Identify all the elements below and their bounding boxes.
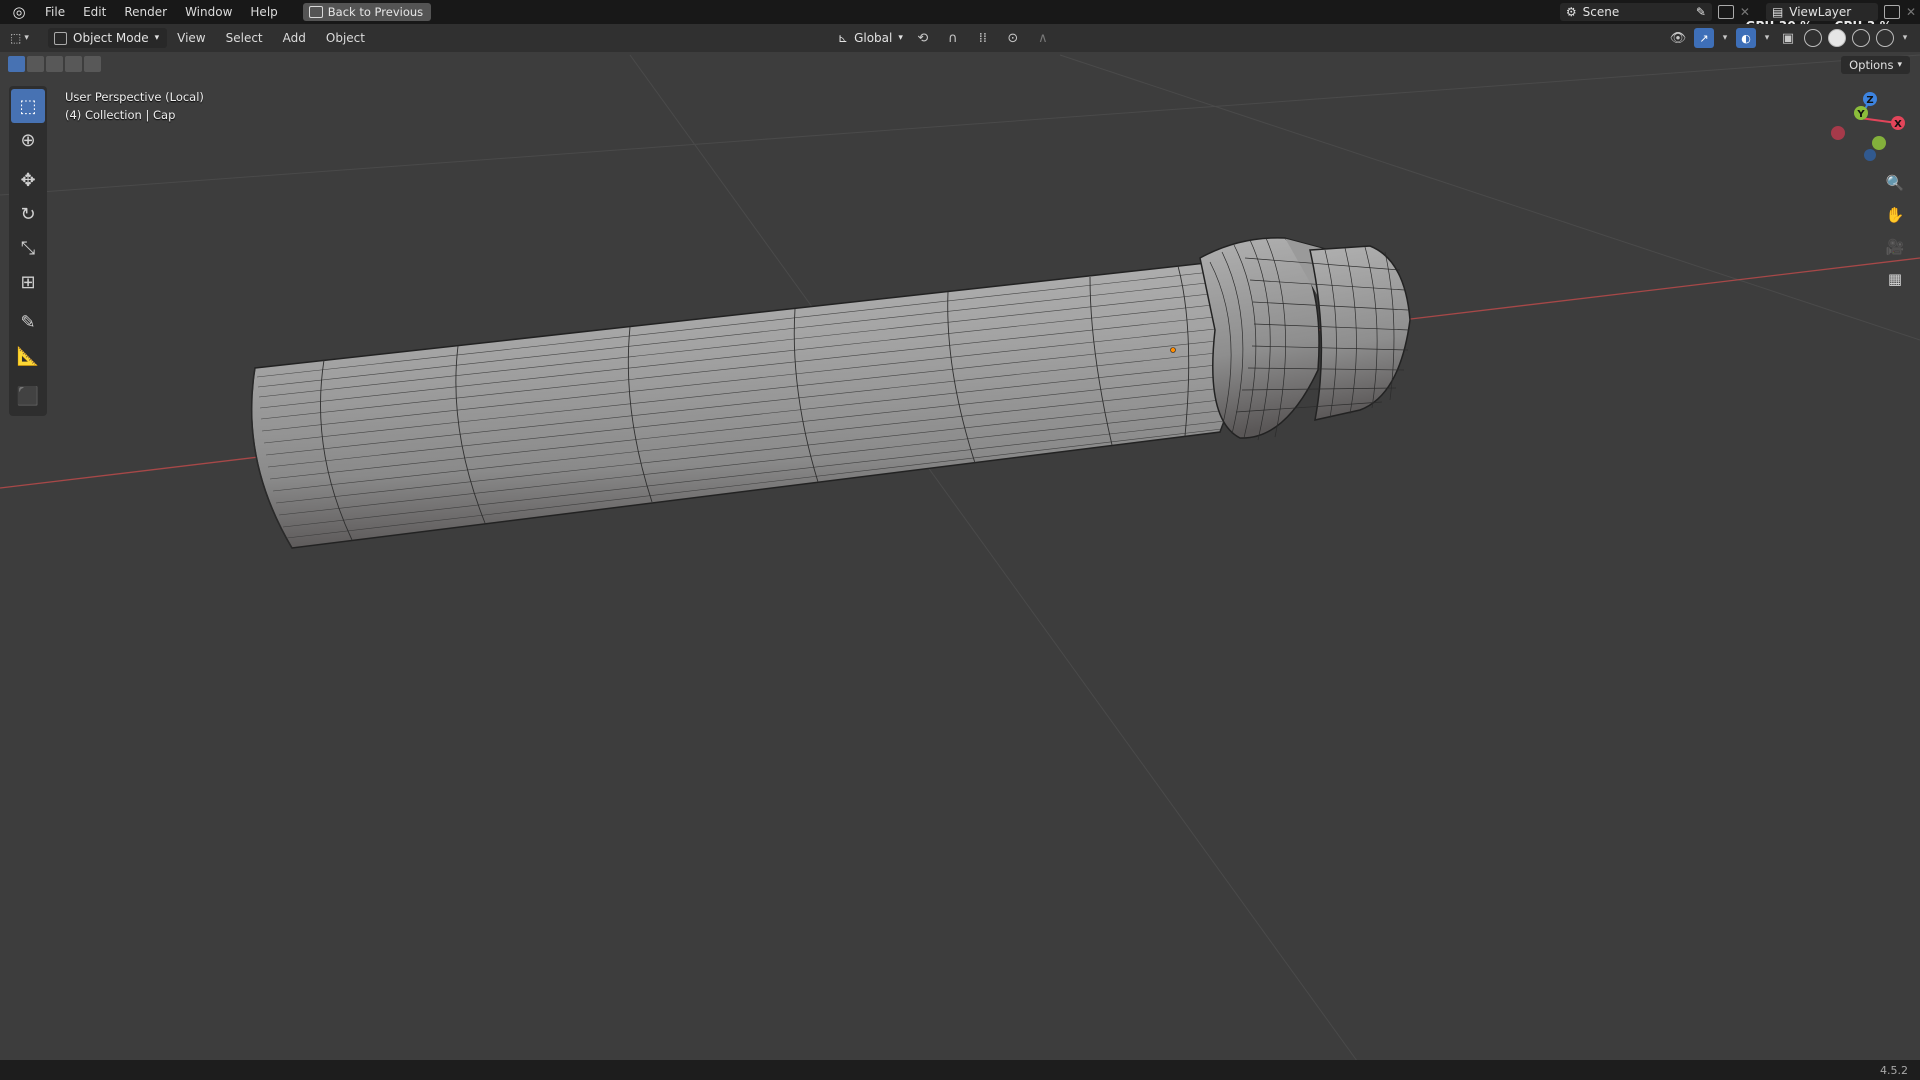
overlays-toggle-icon[interactable]: ◐ <box>1736 28 1756 48</box>
annotate-icon[interactable]: ✎ <box>11 305 45 339</box>
object-mode-icon <box>54 31 67 45</box>
view-layer-icon: ▤ <box>1771 5 1784 19</box>
gizmo-x-label: X <box>1894 119 1902 130</box>
solid-shading-icon[interactable] <box>1828 29 1846 47</box>
scale-icon[interactable]: ⤡ <box>11 231 45 265</box>
navigation-gizmo[interactable]: Z X Y <box>1831 92 1905 161</box>
scene-field[interactable]: ⚙ Scene ✎ <box>1559 3 1712 21</box>
version-label: 4.5.2 <box>1880 1064 1908 1077</box>
back-to-previous-label: Back to Previous <box>327 5 424 19</box>
perspective-toggle-icon[interactable]: ▦ <box>1882 266 1908 292</box>
mode-label: Object Mode <box>73 31 149 45</box>
orientation-icon: ⊾ <box>838 31 849 45</box>
remove-scene-icon[interactable]: ✕ <box>1740 5 1750 19</box>
mesh-tube-body[interactable] <box>250 261 1240 549</box>
chevron-down-icon: ▾ <box>1897 60 1902 70</box>
falloff-icon[interactable]: ∧ <box>1033 28 1053 48</box>
view-layer-name: ViewLayer <box>1789 5 1852 19</box>
top-menu-bar: ◎ File Edit Render Window Help Back to P… <box>0 0 1920 33</box>
add-cube-icon[interactable]: ⬛ <box>11 379 45 413</box>
gizmo-z-label: Z <box>1866 95 1873 106</box>
chevron-down-icon[interactable]: ▾ <box>1720 28 1730 48</box>
object-origin <box>1170 347 1176 353</box>
remove-view-layer-icon[interactable]: ✕ <box>1906 5 1916 19</box>
viewport-nav-buttons: 🔍 ✋ 🎥 ▦ <box>1882 170 1908 292</box>
mode-dropdown[interactable]: Object Mode ▾ <box>48 28 168 48</box>
chevron-down-icon[interactable]: ▾ <box>1900 28 1910 48</box>
screen-icon <box>308 6 323 18</box>
tool-shelf: ⬚ ⊕ ✥ ↻ ⤡ ⊞ ✎ 📐 ⬛ <box>9 86 47 416</box>
options-dropdown[interactable]: Options ▾ <box>1841 56 1910 74</box>
viewport-header: ⬚ ▾ Object Mode ▾ View Select Add Object… <box>0 24 1920 52</box>
new-view-layer-icon[interactable] <box>1883 5 1900 19</box>
scene-name: Scene <box>1582 5 1620 19</box>
menu-add[interactable]: Add <box>273 31 316 45</box>
back-to-previous-button[interactable]: Back to Previous <box>302 3 432 21</box>
snap-toggle-icon[interactable]: ∩ <box>943 28 963 48</box>
select-invert-icon[interactable] <box>65 56 82 72</box>
gizmo-y-label: Y <box>1856 109 1865 120</box>
transform-icon[interactable]: ⊞ <box>11 265 45 299</box>
perspective-label: User Perspective (Local) <box>65 90 204 104</box>
chevron-down-icon: ▾ <box>154 33 160 43</box>
blender-logo-icon[interactable]: ◎ <box>10 3 28 21</box>
object-label: (4) Collection | Cap <box>65 108 176 122</box>
xray-toggle-icon[interactable]: ▣ <box>1778 28 1798 48</box>
proportional-edit-icon[interactable]: ⊙ <box>1003 28 1023 48</box>
menu-window[interactable]: Window <box>176 0 241 24</box>
select-intersect-icon[interactable] <box>84 56 101 72</box>
pin-icon[interactable]: ✎ <box>1696 5 1706 19</box>
options-label: Options <box>1849 58 1894 72</box>
viewport-info: User Perspective (Local) (4) Collection … <box>65 88 204 124</box>
mesh-cap[interactable] <box>1199 237 1411 441</box>
menu-render[interactable]: Render <box>115 0 176 24</box>
zoom-icon[interactable]: 🔍 <box>1882 170 1908 196</box>
move-icon[interactable]: ✥ <box>11 163 45 197</box>
menu-file[interactable]: File <box>36 0 74 24</box>
orientation-label: Global <box>854 31 893 45</box>
menu-object[interactable]: Object <box>316 31 375 45</box>
material-shading-icon[interactable] <box>1852 29 1870 47</box>
rotate-icon[interactable]: ↻ <box>11 197 45 231</box>
chevron-down-icon[interactable]: ▾ <box>1762 28 1772 48</box>
select-box-icon[interactable]: ⬚ <box>11 89 45 123</box>
floor-grid <box>0 54 1920 1066</box>
cursor-icon[interactable]: ⊕ <box>11 123 45 157</box>
select-subtract-icon[interactable] <box>46 56 63 72</box>
chevron-down-icon: ▾ <box>24 33 29 43</box>
menu-edit[interactable]: Edit <box>74 0 115 24</box>
viewport-canvas[interactable]: Z X Y <box>0 0 1920 1080</box>
gizmo-toggle-icon[interactable]: ↗ <box>1694 28 1714 48</box>
menu-select[interactable]: Select <box>216 31 273 45</box>
new-scene-icon[interactable] <box>1717 5 1734 19</box>
editor-type-icon: ⬚ <box>10 31 22 45</box>
chevron-down-icon: ▾ <box>898 33 903 43</box>
visibility-icon[interactable]: 👁 <box>1668 28 1688 48</box>
menu-help[interactable]: Help <box>241 0 286 24</box>
wireframe-shading-icon[interactable] <box>1804 29 1822 47</box>
viewport-display-tools: 👁 ↗ ▾ ◐ ▾ ▣ ▾ <box>1668 28 1910 48</box>
menu-view[interactable]: View <box>167 31 215 45</box>
scene-icon: ⚙ <box>1565 5 1577 19</box>
pivot-point-icon[interactable]: ⟲ <box>913 28 933 48</box>
transform-orientation-dropdown[interactable]: ⊾ Global ▾ <box>838 28 903 48</box>
status-bar: 4.5.2 <box>0 1060 1920 1080</box>
measure-icon[interactable]: 📐 <box>11 339 45 373</box>
selection-mode-buttons <box>8 56 101 72</box>
pan-hand-icon[interactable]: ✋ <box>1882 202 1908 228</box>
snap-target-icon[interactable]: ⁞⁞ <box>973 28 993 48</box>
transform-tools: ⊾ Global ▾ ⟲ ∩ ⁞⁞ ⊙ ∧ <box>838 28 1053 48</box>
camera-view-icon[interactable]: 🎥 <box>1882 234 1908 260</box>
select-new-icon[interactable] <box>8 56 25 72</box>
editor-type-dropdown[interactable]: ⬚ ▾ <box>10 28 40 48</box>
select-extend-icon[interactable] <box>27 56 44 72</box>
rendered-shading-icon[interactable] <box>1876 29 1894 47</box>
